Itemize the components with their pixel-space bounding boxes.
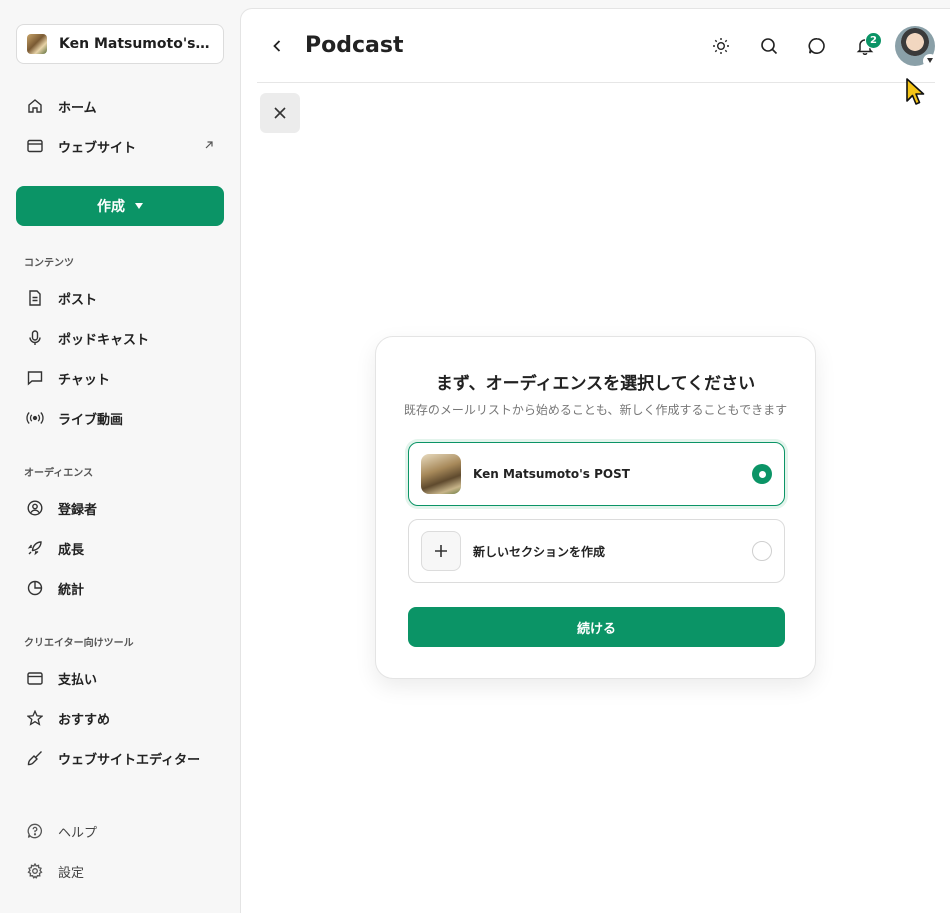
sidebar-item-label: ポッドキャスト xyxy=(58,332,150,348)
sidebar-item-label: 統計 xyxy=(58,582,85,598)
microphone-icon xyxy=(26,329,44,347)
gear-icon xyxy=(26,862,44,880)
audience-option-new-section[interactable]: 新しいセクションを作成 xyxy=(408,519,785,583)
document-icon xyxy=(26,289,44,307)
option-label: Ken Matsumoto's POST xyxy=(473,467,630,481)
sidebar-item-label: ヘルプ xyxy=(58,825,98,841)
sidebar-item-label: ライブ動画 xyxy=(58,412,124,428)
sidebar-item-label: ウェブサイトエディター xyxy=(58,752,201,768)
dialog-subtitle: 既存のメールリストから始めることも、新しく作成することもできます xyxy=(403,403,788,417)
messages-button[interactable] xyxy=(797,26,837,66)
avatar[interactable] xyxy=(895,25,937,68)
create-button[interactable]: 作成 xyxy=(16,186,224,226)
section-label-content: コンテンツ xyxy=(24,258,74,269)
pie-chart-icon xyxy=(26,579,44,597)
section-label-audience: オーディエンス xyxy=(24,468,94,479)
help-icon xyxy=(26,822,44,840)
radio-unselected[interactable] xyxy=(752,541,772,561)
chevron-left-icon xyxy=(273,39,281,52)
sidebar-item-label: 登録者 xyxy=(58,502,98,518)
close-icon xyxy=(274,107,286,119)
credit-card-icon xyxy=(26,669,44,687)
home-icon xyxy=(26,97,44,115)
sidebar-item-website-editor[interactable]: ウェブサイトエディター xyxy=(16,738,224,778)
publication-switcher[interactable]: Ken Matsumoto's PO... xyxy=(16,24,224,64)
sidebar-item-subscribers[interactable]: 登録者 xyxy=(16,488,224,528)
sidebar: Ken Matsumoto's PO... ホーム ウェブサイト 作成 コンテン… xyxy=(0,0,240,913)
sidebar-item-payments[interactable]: 支払い xyxy=(16,658,224,698)
sidebar-item-label: チャット xyxy=(58,372,110,388)
mouse-cursor-icon xyxy=(906,78,925,105)
audience-option-existing[interactable]: Ken Matsumoto's POST xyxy=(408,442,785,506)
back-button[interactable] xyxy=(257,26,297,66)
sidebar-item-label: ウェブサイト xyxy=(58,140,137,156)
notification-badge: 2 xyxy=(865,31,882,49)
theme-toggle-button[interactable] xyxy=(701,26,741,66)
sidebar-item-settings[interactable]: 設定 xyxy=(16,851,224,891)
external-link-icon xyxy=(204,139,214,154)
search-icon xyxy=(761,37,778,54)
browser-icon xyxy=(26,137,44,155)
plus-icon xyxy=(421,531,461,571)
sidebar-item-recommendations[interactable]: おすすめ xyxy=(16,698,224,738)
sidebar-item-label: ホーム xyxy=(58,100,97,116)
star-icon xyxy=(26,709,44,727)
sidebar-item-label: おすすめ xyxy=(58,712,111,728)
chevron-down-icon xyxy=(135,203,143,209)
user-circle-icon xyxy=(26,499,44,517)
sidebar-item-label: ポスト xyxy=(58,292,98,308)
sidebar-item-chat[interactable]: チャット xyxy=(16,358,224,398)
paintbrush-icon xyxy=(26,749,44,767)
sidebar-item-website[interactable]: ウェブサイト xyxy=(16,126,224,166)
sidebar-item-live-video[interactable]: ライブ動画 xyxy=(16,398,224,438)
publication-name: Ken Matsumoto's PO... xyxy=(59,36,213,52)
chat-icon xyxy=(26,369,44,387)
close-button[interactable] xyxy=(260,93,300,133)
continue-button[interactable]: 続ける xyxy=(408,607,785,647)
create-button-label: 作成 xyxy=(97,199,125,215)
sidebar-item-stats[interactable]: 統計 xyxy=(16,568,224,608)
main-panel: Podcast 2 まず、オーディエンスを選択してください 既存のメールリストか xyxy=(240,8,950,913)
chat-bubble-icon xyxy=(808,37,825,54)
sidebar-item-help[interactable]: ヘルプ xyxy=(16,811,224,851)
sidebar-item-label: 設定 xyxy=(58,865,85,881)
chevron-down-icon xyxy=(923,53,937,68)
page-header: Podcast 2 xyxy=(257,9,937,83)
rocket-icon xyxy=(26,539,44,557)
publication-thumbnail xyxy=(27,34,47,54)
notifications-button[interactable]: 2 xyxy=(845,26,885,66)
sidebar-item-podcast[interactable]: ポッドキャスト xyxy=(16,318,224,358)
broadcast-icon xyxy=(26,409,44,427)
audience-select-dialog: まず、オーディエンスを選択してください 既存のメールリストから始めることも、新し… xyxy=(375,336,816,679)
search-button[interactable] xyxy=(749,26,789,66)
sidebar-item-label: 成長 xyxy=(58,542,85,558)
option-label: 新しいセクションを作成 xyxy=(473,544,606,559)
sidebar-item-home[interactable]: ホーム xyxy=(16,86,224,126)
sidebar-item-label: 支払い xyxy=(58,672,98,688)
page-title: Podcast xyxy=(305,33,404,58)
publication-thumbnail xyxy=(421,454,461,494)
section-label-creator-tools: クリエイター向けツール xyxy=(24,638,134,649)
radio-selected[interactable] xyxy=(752,464,772,484)
sidebar-item-growth[interactable]: 成長 xyxy=(16,528,224,568)
dialog-title: まず、オーディエンスを選択してください xyxy=(435,374,756,394)
sidebar-item-posts[interactable]: ポスト xyxy=(16,278,224,318)
sun-icon xyxy=(713,37,729,54)
